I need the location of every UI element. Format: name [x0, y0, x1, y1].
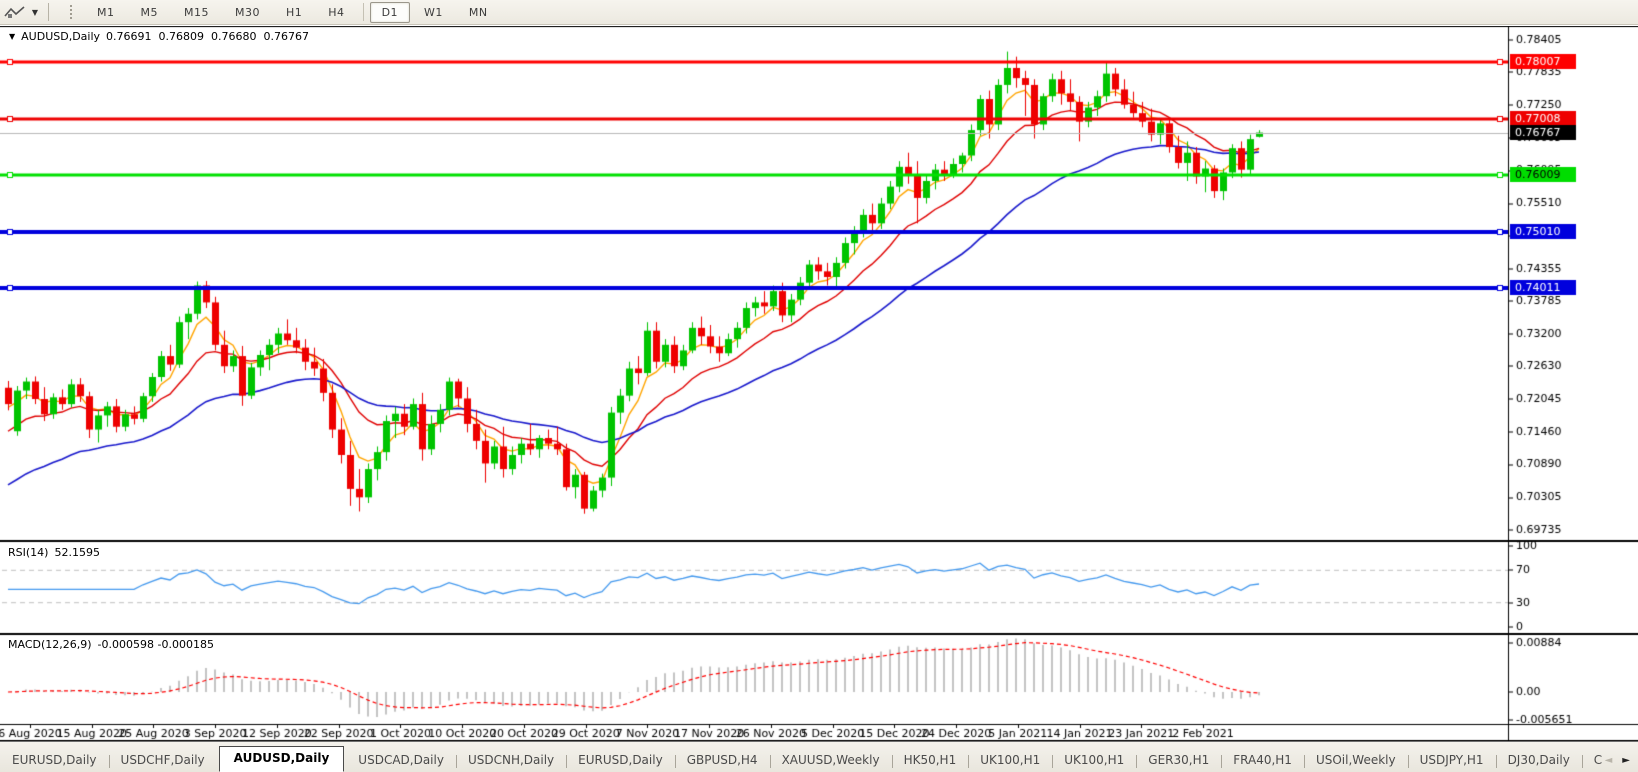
toolbar-grip-handle[interactable] — [69, 4, 74, 20]
tool-dropdown-caret-icon[interactable]: ▼ — [28, 8, 42, 17]
trading-platform-window: { "toolbar": { "timeframes": ["M1","M5",… — [0, 0, 1638, 771]
timeframe-toolbar: ▼ M1M5M15M30H1H4 D1W1MN — [0, 0, 1638, 25]
rsi-indicator-label: RSI(14) 52.1595 — [8, 546, 100, 559]
chart-tab-ger30-h1[interactable]: GER30,H1 — [1136, 749, 1221, 772]
timeframe-button-w1[interactable]: W1 — [412, 2, 455, 23]
timeframe-button-h1[interactable]: H1 — [274, 2, 314, 23]
timeframe-button-d1[interactable]: D1 — [370, 2, 410, 23]
timeframe-button-h4[interactable]: H4 — [316, 2, 356, 23]
open-value: 0.76691 — [106, 30, 152, 43]
tab-scroll-controls: ◄ ► — [1603, 755, 1638, 772]
chart-tab-usdchf-daily[interactable]: USDCHF,Daily — [109, 749, 217, 772]
toolbar-separator — [48, 3, 49, 21]
timeframe-button-m30[interactable]: M30 — [223, 2, 272, 23]
low-value: 0.76680 — [211, 30, 257, 43]
chart-tab-uk100-h1[interactable]: UK100,H1 — [1052, 749, 1136, 772]
chart-ohlc-header: ▼ AUDUSD,Daily 0.76691 0.76809 0.76680 0… — [9, 30, 309, 43]
price-chart-canvas[interactable] — [0, 26, 1638, 741]
timeframe-divider — [363, 3, 364, 21]
chart-tab-usdjpy-h1[interactable]: USDJPY,H1 — [1408, 749, 1496, 772]
chart-tab-usdcnh-daily[interactable]: USDCNH,Daily — [456, 749, 566, 772]
chart-symbol-label: AUDUSD,Daily — [21, 30, 100, 43]
tab-scroll-right-icon[interactable]: ► — [1622, 755, 1630, 766]
chart-tab-gbpusd-h4[interactable]: GBPUSD,H4 — [675, 749, 770, 772]
timeframe-button-m1[interactable]: M1 — [85, 2, 127, 23]
collapse-caret-icon[interactable]: ▼ — [9, 32, 15, 41]
drawing-tool-icon[interactable] — [2, 3, 28, 21]
chart-tab-china300-h1[interactable]: CHINA300,H1 — [1582, 749, 1603, 772]
chart-tab-xauusd-weekly[interactable]: XAUUSD,Weekly — [770, 749, 892, 772]
chart-tab-bar: EURUSD,DailyUSDCHF,DailyAUDUSD,DailyUSDC… — [0, 741, 1638, 772]
chart-tab-eurusd-daily[interactable]: EURUSD,Daily — [0, 749, 109, 772]
chart-tab-eurusd-daily[interactable]: EURUSD,Daily — [566, 749, 675, 772]
chart-tab-fra40-h1[interactable]: FRA40,H1 — [1221, 749, 1304, 772]
timeframe-button-m5[interactable]: M5 — [129, 2, 171, 23]
chart-tab-hk50-h1[interactable]: HK50,H1 — [892, 749, 969, 772]
timeframe-button-m15[interactable]: M15 — [172, 2, 221, 23]
macd-values: -0.000598 -0.000185 — [98, 638, 214, 651]
high-value: 0.76809 — [159, 30, 205, 43]
timeframe-button-mn[interactable]: MN — [457, 2, 500, 23]
chart-tab-usdcad-daily[interactable]: USDCAD,Daily — [346, 749, 456, 772]
chart-tab-audusd-daily[interactable]: AUDUSD,Daily — [219, 746, 345, 772]
macd-indicator-label: MACD(12,26,9) -0.000598 -0.000185 — [8, 638, 214, 651]
macd-name: MACD(12,26,9) — [8, 638, 92, 651]
tab-scroll-left-icon[interactable]: ◄ — [1605, 755, 1613, 766]
close-value: 0.76767 — [264, 30, 310, 43]
rsi-name: RSI(14) — [8, 546, 48, 559]
chart-tab-uk100-h1[interactable]: UK100,H1 — [968, 749, 1052, 772]
rsi-value: 52.1595 — [54, 546, 100, 559]
chart-tab-dj30-daily[interactable]: DJ30,Daily — [1496, 749, 1582, 772]
chart-tab-usoil-weekly[interactable]: USOil,Weekly — [1304, 749, 1408, 772]
